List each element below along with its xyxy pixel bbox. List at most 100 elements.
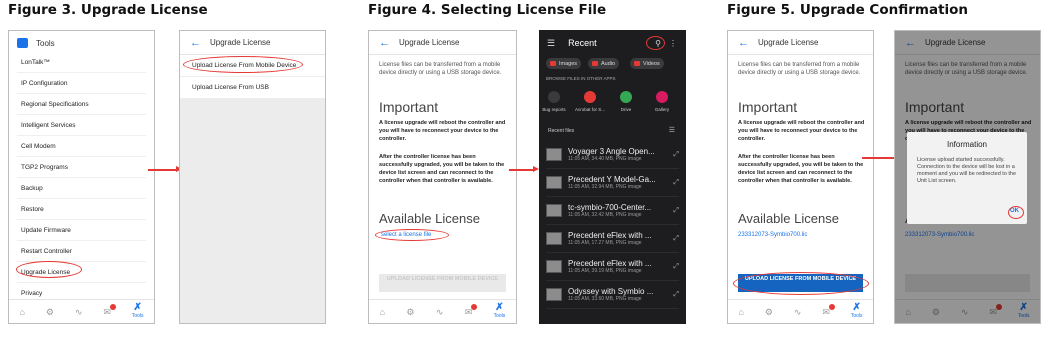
app-acrobat[interactable]: Acrobat for S... (573, 91, 607, 112)
home-icon[interactable]: ⌂ (380, 307, 385, 316)
trend-icon[interactable]: ∿ (794, 307, 802, 316)
file-item[interactable]: Voyager 3 Angle Open... 11:05 AM, 34.40 M… (546, 141, 679, 169)
upgrade-ready-header: ← Upgrade License (728, 31, 873, 55)
bottom-nav: ⌂ ⚙ ∿ ✉ ✗ Tools (9, 299, 154, 323)
chip-videos-label: Videos (643, 60, 660, 67)
file-item[interactable]: tc-symbio-700-Center... 11:05 AM, 32.42 M… (546, 197, 679, 225)
information-dialog: Information License upload started succe… (907, 132, 1027, 224)
alert-badge (109, 303, 116, 310)
recent-files-screen: ☰ Recent ⚲ ⋮ Images Audio Videos BROWSE … (539, 30, 686, 324)
app-acrobat-label: Acrobat for S... (574, 107, 605, 112)
expand-icon[interactable]: ⤢ (673, 291, 679, 299)
back-arrow-icon[interactable]: ← (379, 37, 393, 49)
available-license-heading: Available License (738, 211, 839, 226)
menu-item-lontalk[interactable]: LonTalk™ (17, 52, 146, 73)
file-meta: 11:05 AM, 34.40 MB, PNG image (568, 156, 642, 162)
trend-icon[interactable]: ∿ (75, 307, 83, 316)
menu-item-intelligent-services[interactable]: Intelligent Services (17, 115, 146, 136)
intro-text: License files can be transferred from a … (738, 62, 861, 76)
back-arrow-icon[interactable]: ← (738, 37, 752, 49)
list-view-icon[interactable]: ☰ (669, 126, 675, 134)
file-item[interactable]: Precedent eFlex with ... 11:05 AM, 17.27 … (546, 225, 679, 253)
file-name: Precedent eFlex with ... (568, 231, 652, 240)
option-upload-from-usb[interactable]: Upload License From USB (180, 77, 325, 99)
menu-item-tgp2-programs[interactable]: TGP2 Programs (17, 157, 146, 178)
tools-title: Tools (36, 38, 55, 48)
expand-icon[interactable]: ⤢ (673, 207, 679, 215)
upload-button-disabled[interactable]: UPLOAD LICENSE FROM MOBILE DEVICE (379, 274, 506, 292)
file-thumbnail (546, 204, 562, 217)
expand-icon[interactable]: ⤢ (673, 263, 679, 271)
file-thumbnail (546, 176, 562, 189)
upgrade-detail-title: Upgrade License (399, 38, 460, 47)
file-meta: 11:05 AM, 32.94 MB, PNG image (568, 184, 642, 190)
tools-icon: ✗ (495, 301, 504, 313)
settings-icon[interactable]: ⚙ (406, 307, 414, 316)
home-icon[interactable]: ⌂ (738, 307, 743, 316)
bottom-nav: ⌂ ⚙ ∿ ✉ ✗ Tools (728, 299, 873, 323)
nav-tools-label: Tools (850, 312, 863, 319)
file-item[interactable]: Odyssey with Symbio ... 11:05 AM, 33.60 M… (546, 281, 679, 309)
important-heading: Important (379, 99, 439, 115)
menu-item-regional-specifications[interactable]: Regional Specifications (17, 94, 146, 115)
selected-license-file[interactable]: 233312073-Symbio700.lic (738, 232, 807, 238)
alarm-icon[interactable]: ✉ (465, 303, 478, 316)
file-name: tc-symbio-700-Center... (568, 203, 652, 212)
annotation-oval (733, 272, 869, 295)
menu-item-cell-modem[interactable]: Cell Modem (17, 136, 146, 157)
app-bug-reports-label: Bug reports (542, 107, 566, 112)
home-icon[interactable]: ⌂ (19, 307, 24, 316)
alert-badge (828, 303, 835, 310)
upgrade-detail-header: ← Upgrade License (369, 31, 516, 55)
bug-icon (548, 91, 560, 103)
tools-icon: ✗ (852, 301, 861, 313)
menu-item-ip-configuration[interactable]: IP Configuration (17, 73, 146, 94)
chip-audio[interactable]: Audio (588, 58, 620, 69)
settings-icon[interactable]: ⚙ (46, 307, 54, 316)
app-logo-icon (17, 38, 28, 48)
recent-title: Recent (568, 38, 597, 48)
upgrade-menu-title: Upgrade License (210, 38, 271, 47)
file-meta: 11:05 AM, 39.19 MB, PNG image (568, 268, 642, 274)
annotation-oval (646, 36, 665, 50)
menu-item-restore[interactable]: Restore (17, 199, 146, 220)
nav-tools[interactable]: ✗ Tools (850, 301, 863, 320)
expand-icon[interactable]: ⤢ (673, 235, 679, 243)
chip-images[interactable]: Images (546, 58, 582, 69)
back-arrow-icon[interactable]: ← (190, 37, 204, 49)
nav-tools[interactable]: ✗ Tools (494, 301, 506, 320)
menu-item-backup[interactable]: Backup (17, 178, 146, 199)
figure-4-title: Figure 4. Selecting License File (368, 2, 607, 18)
chip-images-label: Images (559, 60, 578, 67)
nav-tools[interactable]: ✗ Tools (132, 302, 144, 320)
menu-item-update-firmware[interactable]: Update Firmware (17, 220, 146, 241)
menu-item-restart-controller[interactable]: Restart Controller (17, 241, 146, 262)
file-item[interactable]: Precedent eFlex with ... 11:05 AM, 39.19 … (546, 253, 679, 281)
upgrade-menu-header: ← Upgrade License (180, 31, 325, 55)
alarm-icon[interactable]: ✉ (103, 303, 116, 316)
chip-videos[interactable]: Videos (630, 58, 664, 69)
bottom-nav: ⌂ ⚙ ∿ ✉ ✗ Tools (369, 299, 516, 323)
app-drive[interactable]: Drive (609, 91, 643, 112)
arrow-3 (862, 154, 903, 160)
file-thumbnail (546, 232, 562, 245)
app-gallery[interactable]: Gallery (645, 91, 679, 112)
annotation-oval (183, 56, 303, 73)
upgrade-detail-screen: ← Upgrade License License files can be t… (368, 30, 517, 324)
upgrade-menu-screen: ← Upgrade License Upload License From Mo… (179, 30, 326, 324)
file-name: Precedent Y Model-Ga... (568, 175, 656, 184)
file-item[interactable]: Precedent Y Model-Ga... 11:05 AM, 32.94 M… (546, 169, 679, 197)
settings-icon[interactable]: ⚙ (765, 307, 773, 316)
trend-icon[interactable]: ∿ (436, 307, 444, 316)
menu-icon[interactable]: ☰ (547, 38, 555, 49)
app-bug-reports[interactable]: Bug reports (540, 91, 571, 112)
more-options-icon[interactable]: ⋮ (669, 39, 677, 48)
file-meta: 11:05 AM, 33.60 MB, PNG image (568, 296, 642, 302)
warning-text-1: A license upgrade will reboot the contro… (738, 120, 865, 142)
expand-icon[interactable]: ⤢ (673, 151, 679, 159)
annotation-oval (375, 229, 449, 241)
arrow-2 (509, 166, 539, 172)
alarm-icon[interactable]: ✉ (822, 303, 835, 316)
expand-icon[interactable]: ⤢ (673, 179, 679, 187)
audio-icon (592, 61, 598, 66)
